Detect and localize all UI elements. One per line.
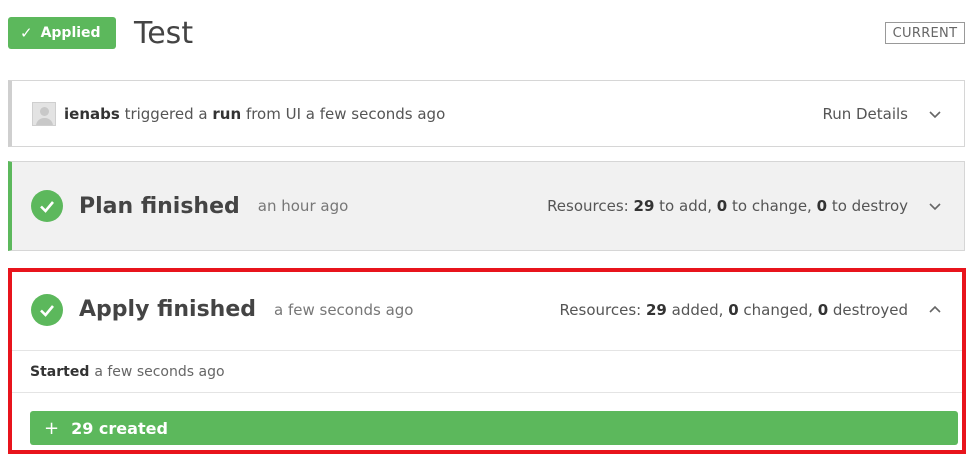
run-details-label[interactable]: Run Details: [822, 105, 908, 123]
apply-title: Apply finished: [79, 297, 256, 322]
plan-to-destroy-count: 0: [816, 197, 828, 215]
run-page: ✓ Applied Test CURRENT ienabs triggered …: [0, 0, 975, 459]
plus-icon: +: [44, 417, 60, 439]
apply-added-count: 29: [645, 300, 667, 319]
apply-destroyed-label: destroyed: [832, 300, 908, 319]
created-label: 29 created: [71, 418, 168, 438]
check-icon: [31, 293, 63, 326]
chevron-down-icon[interactable]: [928, 107, 942, 121]
apply-time: a few seconds ago: [274, 300, 414, 319]
applied-status-label: Applied: [40, 25, 101, 41]
trigger-user[interactable]: ienabs: [64, 105, 120, 123]
page-title: Test: [134, 16, 194, 51]
plan-title: Plan finished: [79, 193, 240, 219]
created-resources-bar[interactable]: + 29 created: [30, 411, 958, 445]
apply-destroyed-count: 0: [817, 300, 829, 319]
trigger-run-word: run: [212, 104, 242, 123]
plan-to-change-label: to change,: [732, 197, 812, 215]
apply-resources-summary[interactable]: Resources: 29 added, 0 changed, 0 destro…: [560, 269, 942, 350]
plan-to-add-label: to add,: [659, 197, 713, 215]
apply-card-header[interactable]: Apply finished a few seconds ago Resourc…: [12, 269, 964, 351]
check-icon: ✓: [20, 24, 33, 42]
chevron-down-icon[interactable]: [928, 199, 942, 213]
apply-changed-label: changed,: [743, 300, 813, 319]
run-trigger-card[interactable]: ienabs triggered a run from UI a few sec…: [8, 80, 965, 147]
plan-to-change-count: 0: [716, 197, 728, 215]
current-badge: CURRENT: [885, 22, 965, 44]
apply-resources-label: Resources:: [559, 300, 642, 319]
started-time: a few seconds ago: [94, 363, 225, 380]
plan-to-add-count: 29: [633, 197, 655, 215]
run-details-toggle[interactable]: Run Details: [822, 81, 942, 146]
trigger-text-part2: from UI a few seconds ago: [245, 104, 446, 123]
apply-started-row: Started a few seconds ago: [12, 351, 964, 393]
avatar: [32, 101, 56, 126]
started-label: Started: [30, 363, 90, 380]
apply-card: Apply finished a few seconds ago Resourc…: [8, 268, 965, 451]
plan-resources-summary[interactable]: Resources: 29 to add, 0 to change, 0 to …: [547, 162, 942, 250]
plan-to-destroy-label: to destroy: [831, 197, 908, 215]
plan-resources-label: Resources:: [547, 197, 629, 215]
trigger-text-part1: triggered a: [124, 104, 208, 123]
apply-changed-count: 0: [728, 300, 739, 319]
chevron-up-icon[interactable]: [928, 303, 942, 317]
run-header: ✓ Applied Test CURRENT: [8, 14, 965, 54]
trigger-text: ienabs triggered a run from UI a few sec…: [64, 105, 445, 123]
plan-time: an hour ago: [257, 197, 349, 215]
plan-card[interactable]: Plan finished an hour ago Resources: 29 …: [8, 161, 965, 251]
apply-added-label: added,: [671, 300, 724, 319]
check-icon: [31, 190, 63, 222]
applied-status-badge: ✓ Applied: [8, 17, 116, 49]
